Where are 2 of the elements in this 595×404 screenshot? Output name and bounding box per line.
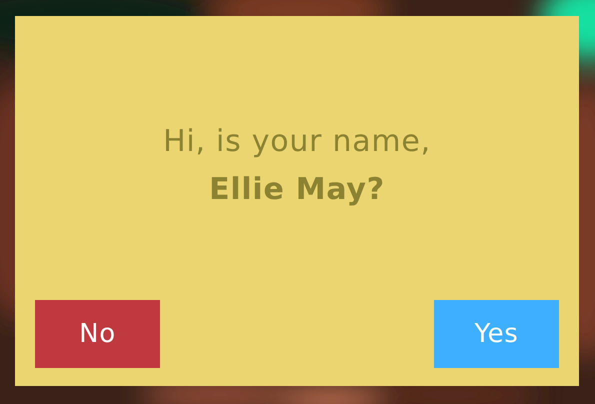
no-button[interactable]: No [35, 300, 160, 368]
question-text: Hi, is your name, Ellie May? [162, 123, 432, 209]
